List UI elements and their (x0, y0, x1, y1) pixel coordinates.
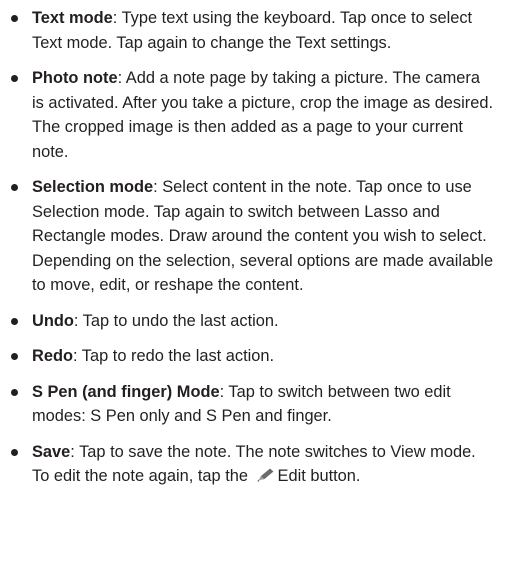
item-description: : Tap to undo the last action. (73, 311, 279, 330)
bullet-icon (11, 15, 18, 22)
item-term: Selection mode (32, 178, 154, 196)
item-term: S Pen (and finger) Mode (32, 382, 220, 401)
pencil-edit-icon (257, 468, 274, 482)
item-description: : Tap to save the note. The note switche… (32, 442, 476, 486)
bullet-icon (11, 75, 18, 82)
bullet-icon (11, 353, 18, 360)
bullet-icon (11, 184, 18, 191)
item-term: Photo note (32, 69, 118, 87)
manual-page: Text mode: Type text using the keyboard.… (0, 0, 512, 566)
list-item-photo-note: Photo note: Add a note page by taking a … (8, 66, 496, 164)
item-description-end: Edit button. (277, 467, 361, 485)
list-item-s-pen-mode: S Pen (and finger) Mode: Tap to switch b… (8, 380, 496, 429)
bullet-icon (11, 448, 18, 456)
bullet-icon (11, 388, 18, 396)
item-term: Text mode (32, 9, 113, 27)
list-item-text-mode: Text mode: Type text using the keyboard.… (8, 6, 496, 55)
feature-list: Text mode: Type text using the keyboard.… (8, 6, 496, 489)
item-term: Save (32, 442, 71, 461)
item-term: Redo (32, 347, 73, 365)
list-item-undo: Undo: Tap to undo the last action. (8, 309, 496, 334)
bullet-icon (11, 317, 18, 325)
item-description: : Tap to redo the last action. (72, 347, 275, 365)
list-item-selection-mode: Selection mode: Select content in the no… (8, 175, 496, 298)
list-item-save: Save: Tap to save the note. The note swi… (8, 440, 496, 489)
item-term: Undo (32, 311, 74, 330)
list-item-redo: Redo: Tap to redo the last action. (8, 344, 496, 369)
